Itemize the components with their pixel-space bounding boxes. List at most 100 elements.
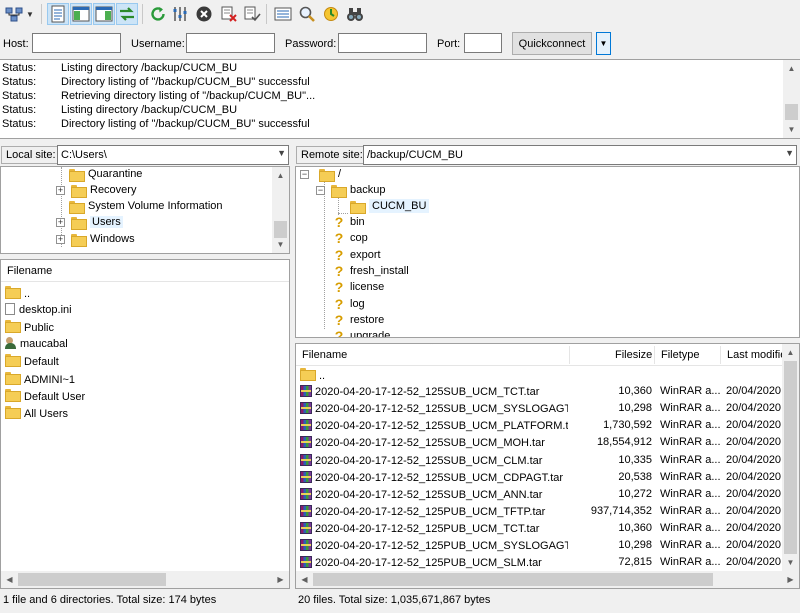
local-file-list[interactable]: Filename .. desktop.ini Public maucabal Defa…: [0, 259, 290, 589]
port-input[interactable]: [464, 33, 502, 53]
remote-file-name: ..: [319, 370, 326, 382]
remote-file-row[interactable]: 2020-04-20-17-12-52_125SUB_UCM_CDPAGT.ta…: [298, 469, 782, 486]
remote-tree-item[interactable]: ? upgrade: [332, 328, 391, 337]
disconnect-icon: [221, 6, 237, 22]
remote-file-row[interactable]: 2020-04-20-17-12-52_125SUB_UCM_CLM.tar 10…: [298, 452, 782, 469]
host-input[interactable]: [32, 33, 121, 53]
remote-tree-item[interactable]: ? cop: [332, 230, 368, 246]
local-tree-item[interactable]: System Volume Information: [69, 198, 223, 214]
scroll-down-icon[interactable]: ▼: [783, 121, 800, 138]
remote-directory-tree[interactable]: − / − backup CUCM_BU ? bin ? cop ? export ?…: [295, 166, 800, 338]
collapse-icon[interactable]: −: [300, 169, 309, 179]
message-log-scrollbar[interactable]: ▲ ▼: [783, 60, 800, 138]
scroll-thumb[interactable]: [313, 573, 713, 586]
chevron-down-icon[interactable]: ▼: [785, 148, 794, 158]
remote-tree-item-selected[interactable]: CUCM_BU: [350, 198, 430, 214]
local-file-row[interactable]: ADMINI~1: [3, 370, 283, 387]
toggle-remote-tree-button[interactable]: [93, 3, 115, 25]
local-tree-item-selected[interactable]: + Users: [56, 214, 123, 230]
remote-file-row[interactable]: ..: [298, 366, 782, 383]
quickconnect-button[interactable]: Quickconnect: [512, 32, 592, 55]
reconnect-button[interactable]: [241, 3, 263, 25]
remote-tree-item[interactable]: − /: [300, 167, 341, 182]
remote-file-row[interactable]: 2020-04-20-17-12-52_125PUB_UCM_TCT.tar 10…: [298, 520, 782, 537]
process-queue-button[interactable]: [170, 3, 192, 25]
column-header-filename[interactable]: Filename: [3, 260, 56, 282]
local-file-row[interactable]: Default: [3, 352, 283, 369]
local-site-path-combo[interactable]: C:\Users\ ▼: [57, 145, 289, 165]
scroll-right-icon[interactable]: ▶: [272, 571, 289, 588]
remote-file-row[interactable]: 2020-04-20-17-12-52_125SUB_UCM_ANN.tar 10…: [298, 486, 782, 503]
local-tree-item[interactable]: + Recovery: [56, 182, 136, 198]
scroll-up-icon[interactable]: ▲: [783, 60, 800, 77]
scroll-left-icon[interactable]: ◀: [1, 571, 18, 588]
chevron-down-icon[interactable]: ▼: [277, 148, 286, 158]
local-tree-item[interactable]: + Windows: [56, 231, 135, 247]
chevron-down-icon: ▼: [26, 9, 34, 19]
local-tree-scrollbar[interactable]: ▲ ▼: [272, 167, 289, 253]
remote-file-list[interactable]: Filename ⌃ Filesize Filetype Last modifi…: [295, 343, 800, 589]
toggle-transfer-queue-button[interactable]: [116, 3, 138, 25]
remote-tree-item[interactable]: ? bin: [332, 214, 365, 230]
column-header-filesize[interactable]: Filesize: [611, 344, 656, 366]
scroll-down-icon[interactable]: ▼: [782, 554, 799, 571]
refresh-button[interactable]: [147, 3, 169, 25]
remote-tree-item[interactable]: ? restore: [332, 312, 385, 328]
local-directory-tree[interactable]: Quarantine + Recovery System Volume Info…: [0, 166, 290, 254]
remote-tree-item[interactable]: ? log: [332, 296, 365, 312]
cancel-operation-button[interactable]: [193, 3, 215, 25]
directory-listing-filters-button[interactable]: [272, 3, 294, 25]
remote-file-row[interactable]: 2020-04-20-17-12-52_125SUB_UCM_MOH.tar 18…: [298, 434, 782, 451]
log-entry-message: Listing directory /backup/CUCM_BU: [61, 62, 238, 74]
scroll-right-icon[interactable]: ▶: [782, 571, 799, 588]
column-header-filetype[interactable]: Filetype: [657, 344, 704, 366]
local-tree-item[interactable]: Quarantine: [69, 167, 142, 182]
remote-file-row[interactable]: 2020-04-20-17-12-52_125SUB_UCM_TCT.tar 10…: [298, 383, 782, 400]
remote-file-row[interactable]: 2020-04-20-17-12-52_125PUB_UCM_SYSLOGAGT…: [298, 537, 782, 554]
local-list-hscrollbar[interactable]: ◀ ▶: [1, 571, 289, 588]
remote-tree-item[interactable]: ? license: [332, 279, 385, 295]
scroll-left-icon[interactable]: ◀: [296, 571, 313, 588]
toggle-message-log-button[interactable]: [47, 3, 69, 25]
expand-icon[interactable]: +: [56, 234, 65, 244]
remote-file-row[interactable]: 2020-04-20-17-12-52_125SUB_UCM_SYSLOGAGT…: [298, 400, 782, 417]
toggle-local-tree-button[interactable]: [70, 3, 92, 25]
site-manager-button[interactable]: [3, 3, 25, 25]
toggle-filename-filter-button[interactable]: [296, 3, 318, 25]
username-input[interactable]: [186, 33, 275, 53]
disconnect-button[interactable]: [218, 3, 240, 25]
message-log[interactable]: Status: Listing directory /backup/CUCM_BU…: [0, 59, 800, 139]
remote-list-hscrollbar[interactable]: ◀ ▶: [296, 571, 799, 588]
local-file-row[interactable]: maucabal: [3, 335, 283, 352]
scroll-thumb[interactable]: [785, 104, 798, 120]
remote-tree-item[interactable]: ? fresh_install: [332, 263, 409, 279]
synchronized-browsing-button[interactable]: [320, 3, 342, 25]
local-file-row[interactable]: Public: [3, 318, 283, 335]
local-file-row[interactable]: All Users: [3, 404, 283, 421]
expand-icon[interactable]: +: [56, 217, 65, 227]
collapse-icon[interactable]: −: [316, 185, 325, 195]
local-file-row[interactable]: desktop.ini: [3, 301, 283, 318]
remote-file-row[interactable]: 2020-04-20-17-12-52_125SUB_UCM_PLATFORM.…: [298, 417, 782, 434]
quickconnect-history-dropdown[interactable]: ▼: [596, 32, 611, 55]
folder-icon: [69, 200, 85, 214]
local-file-row[interactable]: ..: [3, 284, 283, 301]
remote-tree-item[interactable]: − backup: [316, 182, 385, 198]
remote-site-path-combo[interactable]: /backup/CUCM_BU ▼: [363, 145, 797, 165]
column-header-filename[interactable]: Filename: [298, 344, 351, 366]
remote-list-vscrollbar[interactable]: ▲ ▼: [782, 344, 799, 571]
scroll-thumb[interactable]: [18, 573, 166, 586]
remote-tree-item[interactable]: ? export: [332, 247, 381, 263]
scroll-up-icon[interactable]: ▲: [782, 344, 799, 361]
column-header-last-modified[interactable]: Last modifie: [723, 344, 783, 366]
expand-icon[interactable]: +: [56, 185, 65, 195]
site-manager-dropdown[interactable]: ▼: [24, 3, 36, 25]
scroll-thumb[interactable]: [784, 361, 797, 554]
scroll-down-icon[interactable]: ▼: [272, 236, 289, 253]
scroll-up-icon[interactable]: ▲: [272, 167, 289, 184]
password-input[interactable]: [338, 33, 427, 53]
search-remote-files-button[interactable]: [344, 3, 366, 25]
remote-file-row[interactable]: 2020-04-20-17-12-52_125PUB_UCM_SLM.tar 72…: [298, 554, 782, 571]
local-file-row[interactable]: Default User: [3, 387, 283, 404]
remote-file-row[interactable]: 2020-04-20-17-12-52_125PUB_UCM_TFTP.tar 9…: [298, 503, 782, 520]
